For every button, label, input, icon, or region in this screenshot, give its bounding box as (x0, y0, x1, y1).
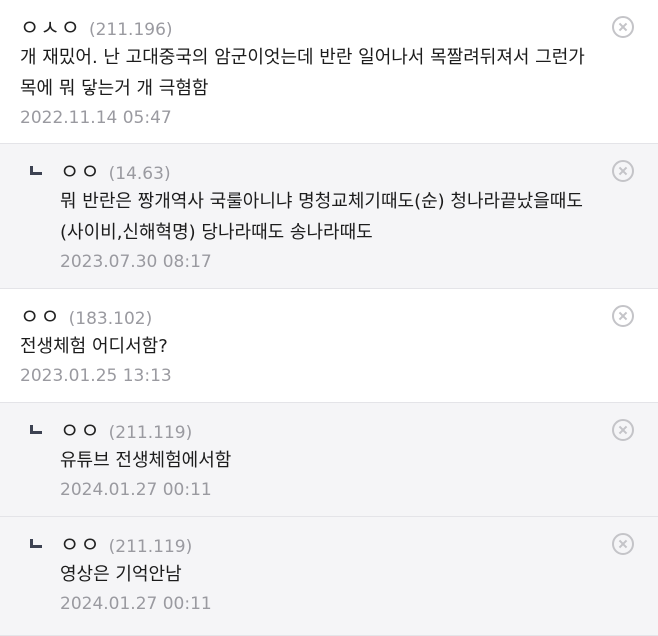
comment-item: ㅇㅅㅇ (211.196) 개 재밌어. 난 고대중국의 암군이엇는데 반란 일… (0, 0, 658, 144)
comment-text: 전생체험 어디서함? (20, 331, 598, 362)
comment-text-line: 전생체험 어디서함? (20, 336, 168, 357)
comment-text-line: 영상은 기억안남 (60, 564, 182, 585)
reply-arrow-icon (30, 166, 42, 175)
delete-comment-button[interactable] (612, 305, 634, 327)
delete-comment-button[interactable] (612, 16, 634, 38)
comment-date: 2024.01.27 00:11 (60, 594, 212, 614)
delete-comment-button[interactable] (612, 533, 634, 555)
comment-text-line: 개 재밌어. 난 고대중국의 암군이엇는데 반란 일어나서 목짤려뒤져서 그런가 (20, 47, 585, 68)
comment-date: 2022.11.14 05:47 (20, 108, 172, 128)
comment-nickname[interactable]: ㅇㅅㅇ (20, 12, 81, 42)
comment-text: 개 재밌어. 난 고대중국의 암군이엇는데 반란 일어나서 목짤려뒤져서 그런가… (20, 42, 598, 104)
comment-item: ㅇㅇ (183.102) 전생체험 어디서함? 2023.01.25 13:13 (0, 289, 658, 403)
comment-nickname[interactable]: ㅇㅇ (60, 415, 101, 445)
delete-comment-button[interactable] (612, 419, 634, 441)
comment-nickname[interactable]: ㅇㅇ (60, 156, 101, 186)
comment-ip: (211.119) (108, 423, 193, 443)
delete-comment-button[interactable] (612, 160, 634, 182)
comment-meta: ㅇㅅㅇ (211.196) (20, 0, 598, 42)
comment-text-line: 뭐 반란은 짱개역사 국룰아니냐 명청교체기때도(순) 청나라끝났을때도 (60, 191, 583, 212)
reply-item: ㅇㅇ (211.119) 영상은 기억안남 2024.01.27 00:11 (0, 517, 658, 636)
reply-item: ㅇㅇ (211.119) 유튜브 전생체험에서함 2024.01.27 00:1… (0, 403, 658, 517)
comment-date: 2024.01.27 00:11 (60, 480, 212, 500)
comment-text-line: (사이비,신해혁명) 당나라때도 송나라때도 (60, 222, 373, 243)
comment-meta: ㅇㅇ (211.119) (60, 403, 598, 445)
comment-nickname[interactable]: ㅇㅇ (60, 529, 101, 559)
comment-date: 2023.01.25 13:13 (20, 366, 172, 386)
comment-text-line: 목에 뭐 닿는거 개 극혐함 (20, 78, 209, 99)
reply-arrow-icon (30, 539, 42, 548)
comment-text: 뭐 반란은 짱개역사 국룰아니냐 명청교체기때도(순) 청나라끝났을때도 (사이… (60, 186, 598, 248)
comment-meta: ㅇㅇ (14.63) (60, 144, 598, 186)
comment-date: 2023.07.30 08:17 (60, 252, 212, 272)
reply-arrow-icon (30, 425, 42, 434)
comment-text: 유튜브 전생체험에서함 (60, 445, 598, 476)
comment-meta: ㅇㅇ (211.119) (60, 517, 598, 559)
comment-ip: (211.119) (108, 537, 193, 557)
comment-thread: ㅇㅅㅇ (211.196) 개 재밌어. 난 고대중국의 암군이엇는데 반란 일… (0, 0, 658, 636)
comment-ip: (183.102) (68, 309, 153, 329)
comment-nickname[interactable]: ㅇㅇ (20, 301, 61, 331)
comment-text-line: 유튜브 전생체험에서함 (60, 450, 232, 471)
comment-ip: (14.63) (108, 164, 171, 184)
comment-ip: (211.196) (88, 20, 173, 40)
reply-item: ㅇㅇ (14.63) 뭐 반란은 짱개역사 국룰아니냐 명청교체기때도(순) 청… (0, 144, 658, 289)
comment-text: 영상은 기억안남 (60, 559, 598, 590)
comment-meta: ㅇㅇ (183.102) (20, 289, 598, 331)
